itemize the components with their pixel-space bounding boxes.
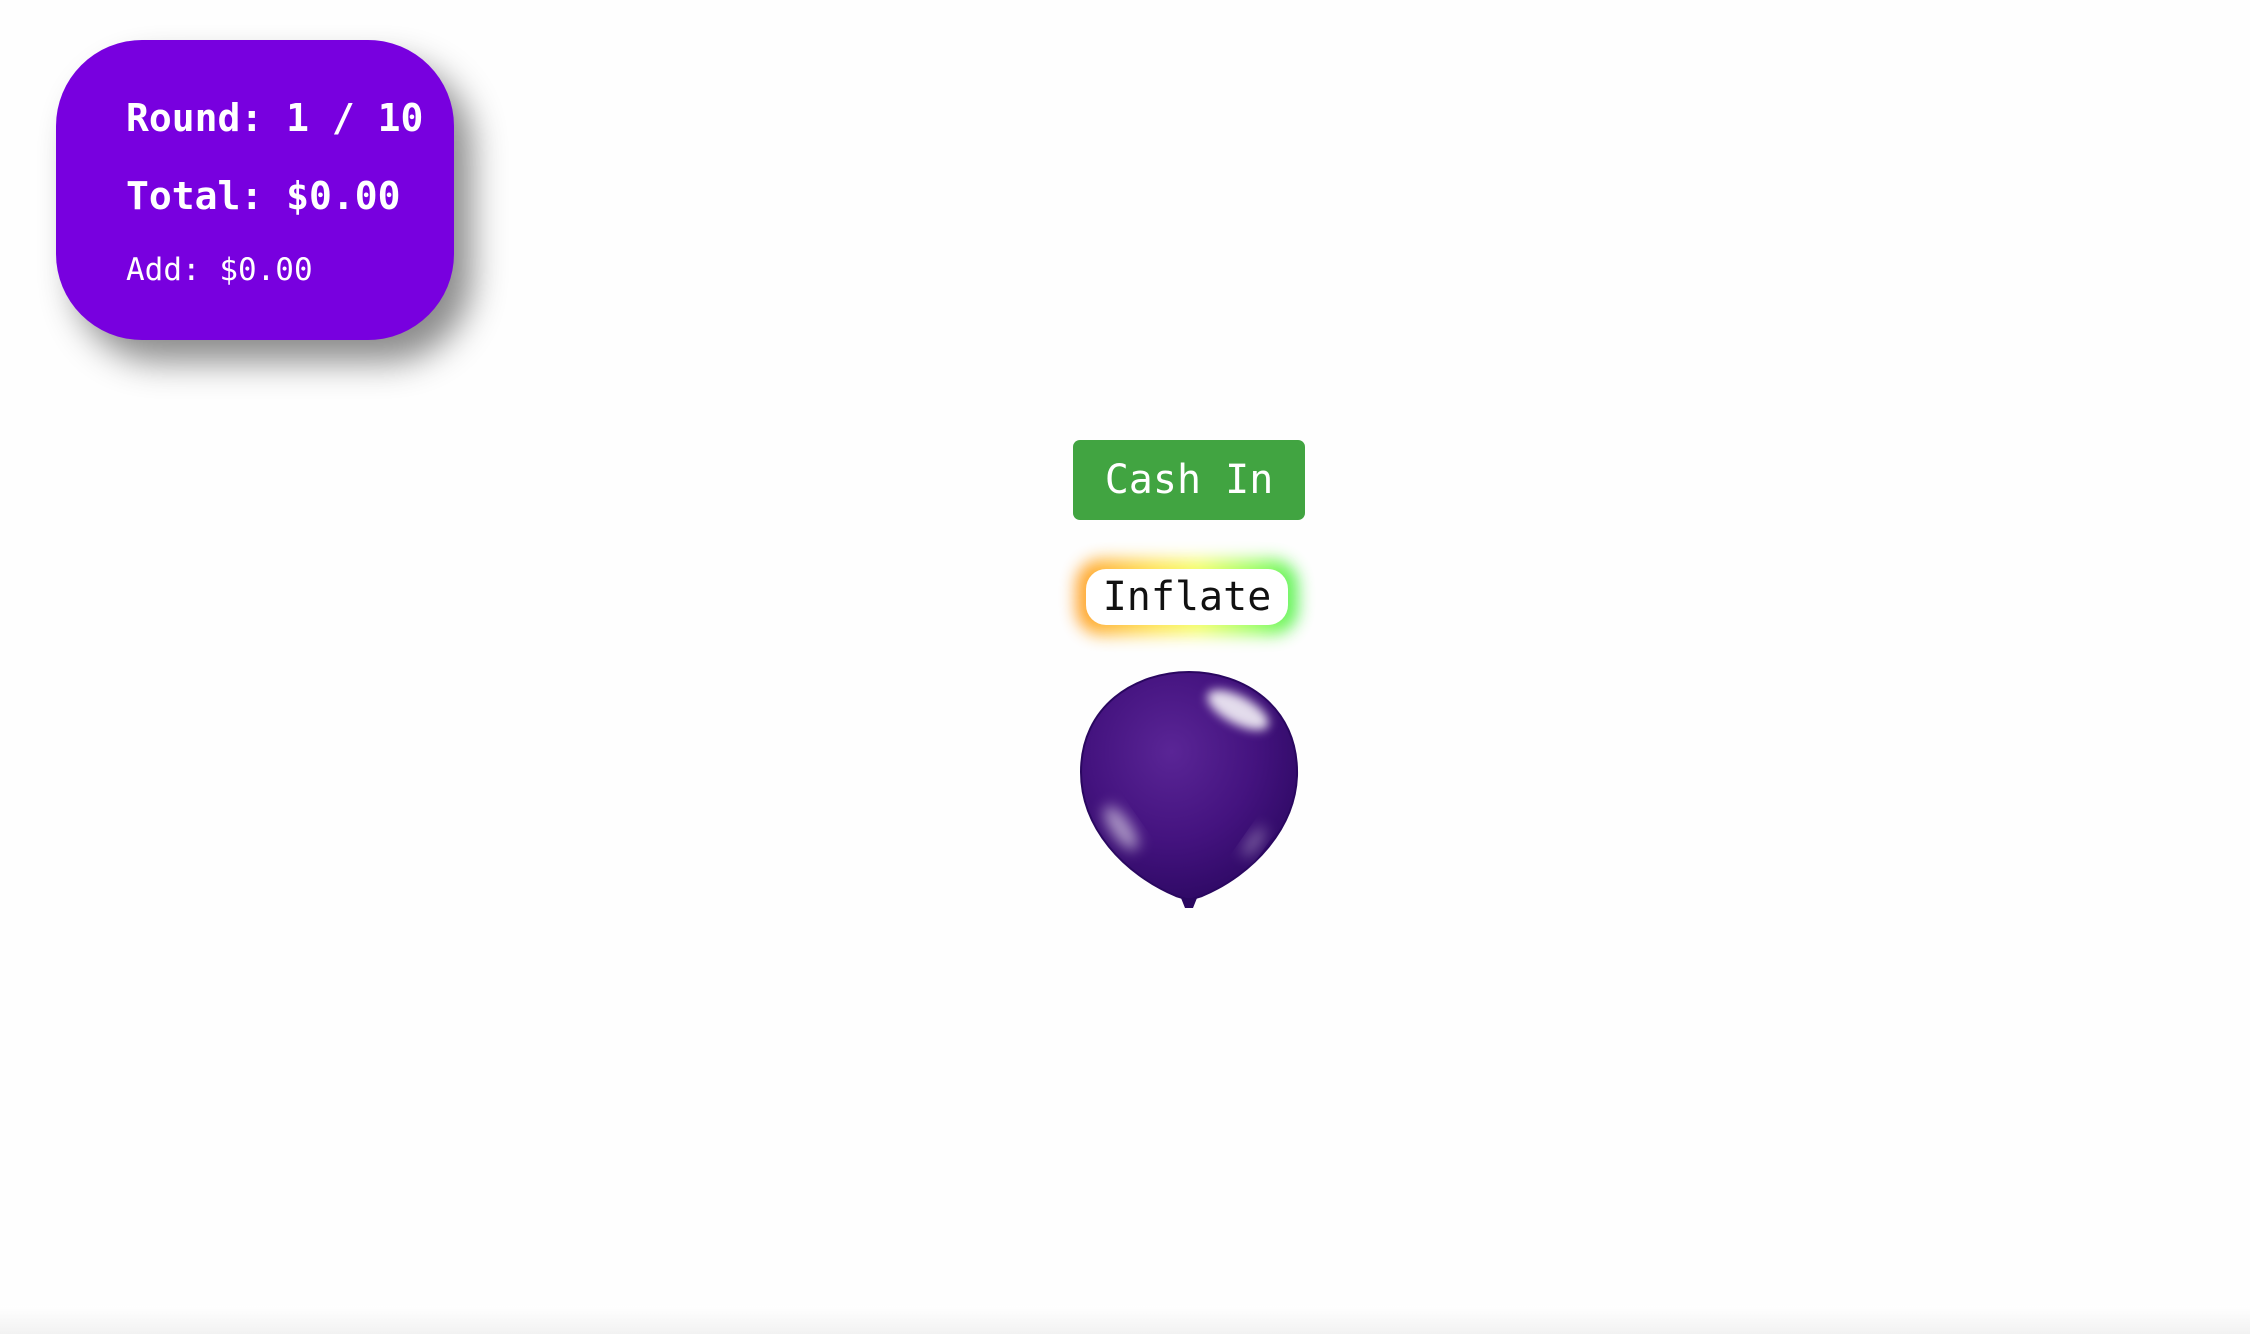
inflate-button[interactable]: Inflate	[1086, 569, 1288, 625]
total-earnings: Total: $0.00	[126, 174, 401, 218]
round-counter: Round: 1 / 10	[126, 96, 424, 140]
bottom-edge	[0, 1306, 2250, 1334]
pending-amount: Add: $0.00	[126, 252, 313, 288]
balloon-icon[interactable]	[1078, 668, 1300, 912]
balloon-knot	[1181, 898, 1197, 908]
game-stage: Round: 1 / 10 Total: $0.00 Add: $0.00 Ca…	[0, 0, 2250, 1334]
balloon-body	[1079, 670, 1299, 902]
cash-in-button[interactable]: Cash In	[1073, 440, 1305, 520]
score-panel: Round: 1 / 10 Total: $0.00 Add: $0.00	[56, 40, 454, 340]
inflate-button-wrapper: Inflate	[1076, 559, 1298, 635]
